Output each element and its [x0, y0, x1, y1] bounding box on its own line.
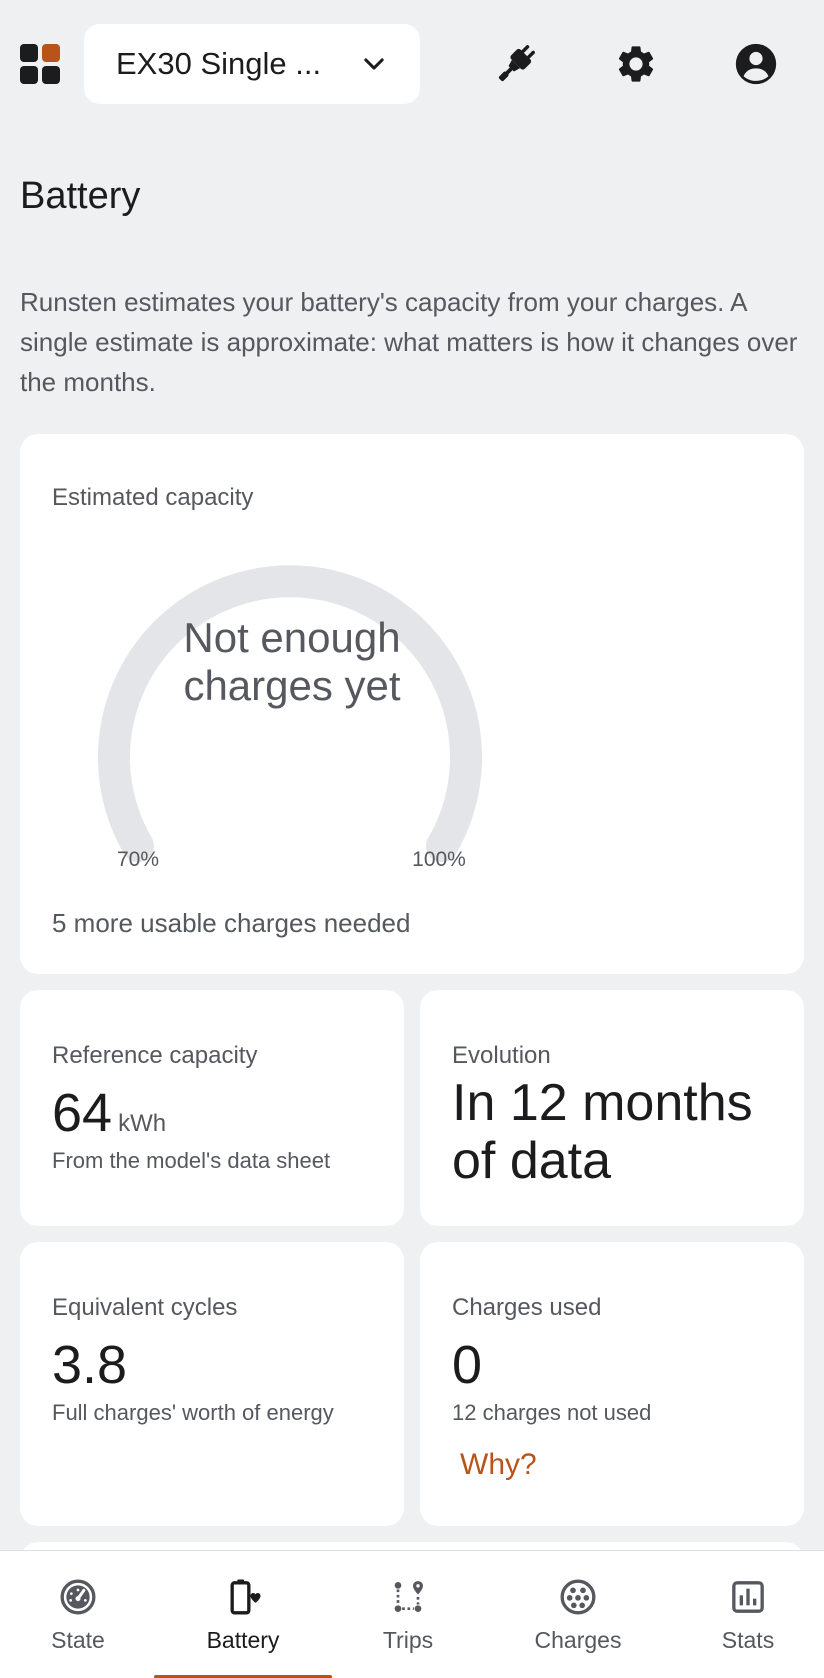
card-label: Equivalent cycles — [52, 1294, 238, 1321]
gear-icon[interactable] — [612, 40, 660, 88]
gauge-icon — [58, 1577, 98, 1617]
plug-icon[interactable] — [492, 40, 540, 88]
vehicle-selector[interactable]: EX30 Single ... — [84, 24, 420, 104]
nav-label: Battery — [206, 1627, 280, 1653]
card-subtext: 12 charges not used — [452, 1400, 652, 1425]
battery-page: EX30 Single ... Battery Runsten estimate… — [0, 0, 824, 1678]
evolution-value: In 12 months of data — [452, 1074, 753, 1190]
nav-item-trips[interactable]: Trips — [358, 1551, 458, 1678]
why-link[interactable]: Why? — [460, 1448, 537, 1482]
gauge-status: Not enough charges yet — [92, 614, 492, 710]
value-unit: kWh — [118, 1110, 167, 1137]
equivalent-cycles-card: Equivalent cycles 3.8 Full charges' wort… — [20, 1242, 404, 1526]
route-icon — [388, 1577, 428, 1617]
charges-needed-text: 5 more usable charges needed — [52, 908, 411, 938]
vehicle-name: EX30 Single ... — [116, 46, 322, 81]
top-bar: EX30 Single ... — [0, 0, 824, 130]
page-title: Battery — [20, 175, 141, 217]
card-label: Estimated capacity — [52, 484, 254, 511]
estimated-capacity-card: Estimated capacity Not enough charges ye… — [20, 434, 804, 974]
bottom-navigation: State Battery Trips Charges Stats — [0, 1550, 824, 1678]
reference-capacity-card: Reference capacity 64 kWh From the model'… — [20, 990, 404, 1226]
card-label: Charges used — [452, 1294, 602, 1321]
nav-label: Trips — [382, 1627, 434, 1653]
gauge-status-line1: Not enough — [183, 614, 401, 661]
chevron-down-icon — [364, 58, 384, 70]
nav-label: Charges — [534, 1627, 622, 1653]
bar-chart-icon — [728, 1577, 768, 1617]
charges-used-value: 0 — [452, 1335, 483, 1395]
nav-label: State — [51, 1627, 105, 1653]
card-subtext: From the model's data sheet — [52, 1148, 331, 1173]
evolution-card: Evolution In 12 months of data — [420, 990, 804, 1226]
nav-item-state[interactable]: State — [28, 1551, 128, 1678]
cycles-value: 3.8 — [52, 1335, 128, 1395]
nav-item-battery[interactable]: Battery — [154, 1551, 332, 1678]
nav-item-charges[interactable]: Charges — [516, 1551, 640, 1678]
apps-grid-icon[interactable] — [20, 44, 60, 84]
account-circle-icon[interactable] — [732, 40, 780, 88]
charging-connector-icon — [558, 1577, 598, 1617]
battery-heart-icon — [223, 1577, 263, 1617]
nav-item-stats[interactable]: Stats — [698, 1551, 798, 1678]
gauge-max-label: 100% — [412, 848, 466, 871]
charges-used-card: Charges used 0 12 charges not used Why? — [420, 1242, 804, 1526]
value-number: 64 — [52, 1083, 113, 1143]
reference-capacity-value: 64 kWh — [52, 1082, 166, 1155]
gauge-min-label: 70% — [116, 848, 160, 871]
intro-text: Runsten estimates your battery's capacit… — [20, 287, 798, 397]
card-label: Evolution — [452, 1042, 551, 1069]
gauge-status-line2: charges yet — [183, 662, 401, 709]
card-subtext: Full charges' worth of energy — [52, 1400, 334, 1425]
card-label: Reference capacity — [52, 1042, 258, 1069]
nav-label: Stats — [721, 1627, 775, 1653]
